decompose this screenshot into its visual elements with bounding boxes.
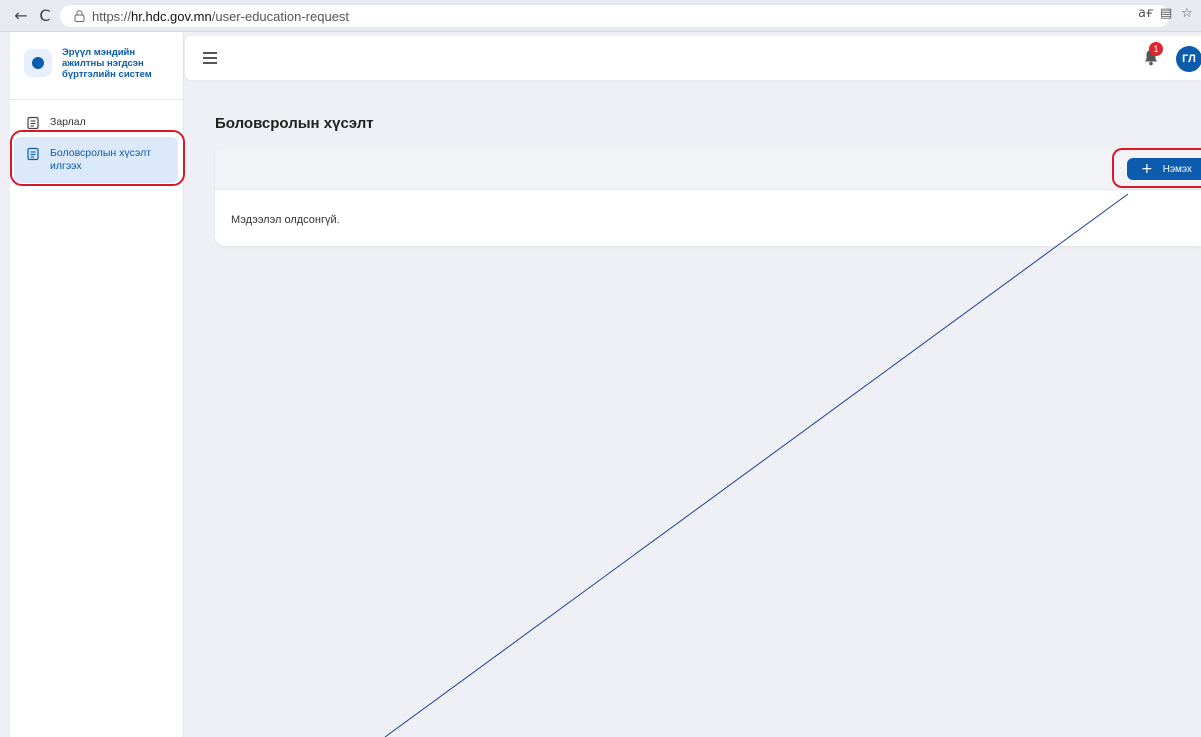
- user-avatar[interactable]: ГЛ: [1176, 46, 1201, 72]
- sidebar: Эрүүл мэндийн ажилтны нэгдсэн бүртгэлийн…: [10, 32, 184, 737]
- menu-toggle-icon[interactable]: [203, 52, 217, 64]
- address-bar[interactable]: https://hr.hdc.gov.mn/user-education-req…: [60, 5, 1170, 27]
- add-button[interactable]: + Нэмэх: [1127, 158, 1201, 180]
- brand-header: Эрүүл мэндийн ажилтны нэгдсэн бүртгэлийн…: [10, 32, 183, 100]
- card-toolbar: + Нэмэх: [215, 148, 1201, 190]
- brand-name[interactable]: Эрүүл мэндийн ажилтны нэгдсэн бүртгэлийн…: [62, 47, 180, 80]
- bookmark-star-icon[interactable]: ☆: [1181, 6, 1193, 21]
- empty-state-message: Мэдээлэл олдсонгүй.: [231, 214, 340, 226]
- sidebar-item-education-request[interactable]: Боловсролын хүсэлт илгээх: [14, 137, 178, 183]
- logo-icon: [24, 49, 52, 77]
- url-prefix: https://: [92, 8, 132, 24]
- url-host: hr.hdc.gov.mn: [131, 8, 212, 24]
- sidebar-item-label: Зарлал: [50, 116, 86, 128]
- plus-icon: +: [1141, 161, 1153, 177]
- app-header: 1 ГЛ: [185, 36, 1201, 80]
- lock-icon: [74, 10, 85, 22]
- back-arrow-icon[interactable]: ←: [10, 5, 32, 27]
- requests-card: + Нэмэх Мэдээлэл олдсонгүй.: [215, 148, 1201, 246]
- reload-icon[interactable]: C: [34, 5, 56, 27]
- reader-mode-icon[interactable]: ▤: [1160, 6, 1172, 21]
- url-path: /user-education-request: [211, 8, 350, 24]
- document-icon: [27, 116, 39, 130]
- document-icon: [27, 147, 39, 161]
- sidebar-item-label: Боловсролын хүсэлт илгээх: [50, 147, 152, 172]
- browser-toolbar: ← C https://hr.hdc.gov.mn/user-education…: [0, 0, 1201, 32]
- translate-icon[interactable]: aғ: [1138, 6, 1154, 21]
- sidebar-item-announcements[interactable]: Зарлал: [14, 110, 178, 136]
- add-button-label: Нэмэх: [1162, 163, 1192, 175]
- notification-badge: 1: [1149, 42, 1163, 56]
- page-title: Боловсролын хүсэлт: [215, 115, 374, 132]
